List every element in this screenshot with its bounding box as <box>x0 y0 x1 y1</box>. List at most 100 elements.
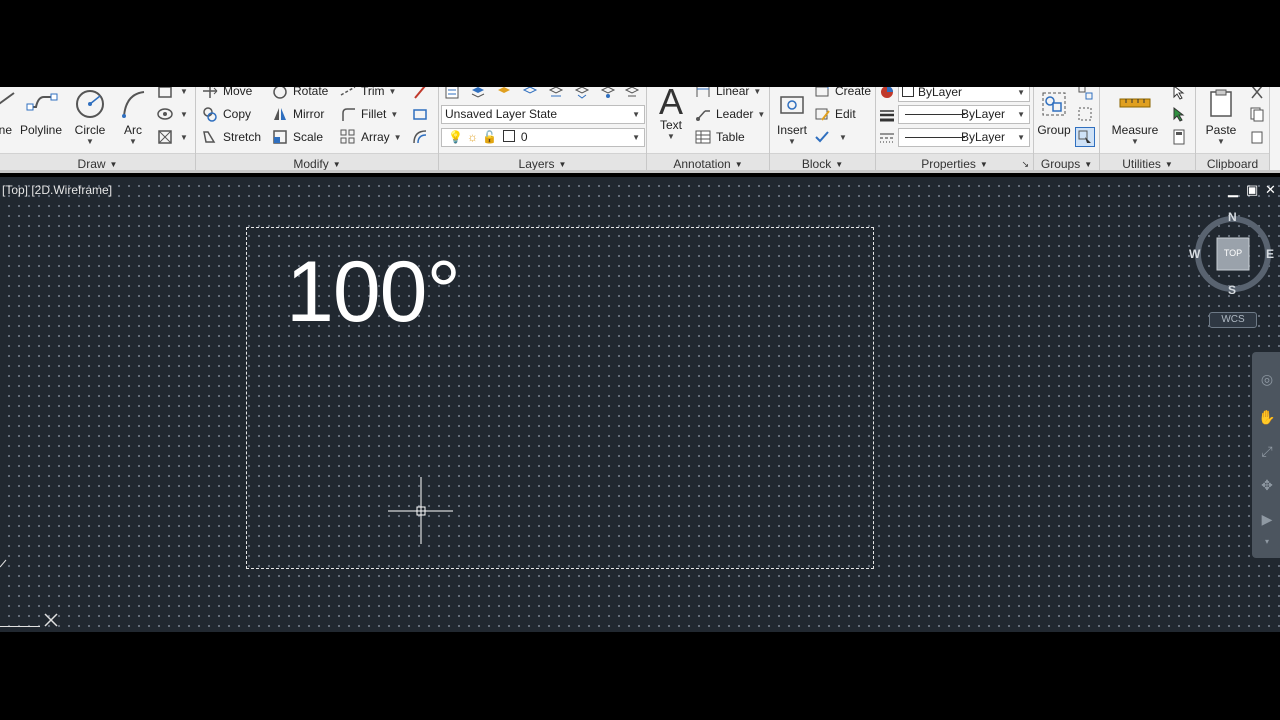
linetype-select[interactable]: ByLayer ▼ <box>898 128 1030 147</box>
trim-button[interactable]: Trim ▼ <box>340 87 396 101</box>
trim-label: Trim <box>361 87 385 98</box>
group-button[interactable]: Group <box>1036 87 1072 137</box>
erase-icon[interactable] <box>411 87 429 101</box>
leader-icon <box>695 106 711 122</box>
showmotion-icon[interactable]: ▶ <box>1257 508 1277 530</box>
lineweight-value: ByLayer <box>960 107 1005 121</box>
lineweight-select[interactable]: ByLayer ▼ <box>898 105 1030 124</box>
layer-state-select[interactable]: Unsaved Layer State ▼ <box>441 105 645 124</box>
copy-label: Copy <box>223 107 252 121</box>
edit-block-button[interactable]: Edit <box>814 104 856 124</box>
group-icon <box>1037 87 1071 121</box>
navbar-menu-icon[interactable]: ▾ <box>1257 530 1277 552</box>
insert-dropdown-icon[interactable]: ▼ <box>772 137 812 146</box>
close-command-line-icon[interactable] <box>43 612 59 628</box>
rectangle-icon[interactable] <box>156 87 174 101</box>
stretch-icon <box>202 129 218 145</box>
offset-icon[interactable] <box>411 128 429 146</box>
block-attribute-button[interactable]: ▼ <box>814 127 847 147</box>
wcs-menu[interactable]: WCS <box>1209 312 1257 328</box>
compass-south[interactable]: S <box>1228 283 1236 297</box>
scale-button[interactable]: Scale <box>272 127 323 147</box>
layer-match-icon[interactable] <box>495 87 513 101</box>
text-dropdown-icon[interactable]: ▼ <box>651 132 691 141</box>
linear-dropdown-icon[interactable]: ▼ <box>753 87 761 96</box>
viewport-controls-label[interactable]: [Top] [2D.Wireframe] <box>2 183 112 197</box>
copy-clip-icon[interactable] <box>1248 105 1266 123</box>
rectangle-dropdown-icon[interactable]: ▼ <box>180 87 188 96</box>
group-edit-icon[interactable] <box>1076 105 1094 123</box>
layer-states-icon[interactable] <box>469 87 487 101</box>
viewcube-top-face[interactable]: TOP <box>1217 248 1249 258</box>
match-clip-icon[interactable] <box>1248 128 1266 146</box>
hatch-icon[interactable] <box>156 105 174 123</box>
pan-icon[interactable]: ✋ <box>1257 406 1277 428</box>
linetype-icon[interactable] <box>878 129 896 147</box>
measure-dropdown-icon[interactable]: ▼ <box>1108 137 1162 146</box>
layer-freeze-icon[interactable] <box>573 87 591 101</box>
move-button[interactable]: Move <box>202 87 252 101</box>
copy-button[interactable]: Copy <box>202 104 251 124</box>
restore-icon[interactable]: ▣ <box>1246 182 1258 198</box>
text-glyph: A <box>658 87 683 122</box>
orbit-icon[interactable]: ✥ <box>1257 474 1277 496</box>
polyline-button[interactable]: Polyline <box>18 87 64 137</box>
ungroup-icon[interactable] <box>1076 87 1094 101</box>
trim-dropdown-icon[interactable]: ▼ <box>389 87 397 96</box>
drawing-viewport[interactable]: [Top] [2D.Wireframe] ▁ ▣ ✕ 100° TOP N S … <box>0 177 1280 632</box>
match-properties-icon[interactable] <box>878 87 896 101</box>
arc-dropdown-icon[interactable]: ▼ <box>115 137 151 146</box>
compass-west[interactable]: W <box>1189 247 1200 261</box>
lineweight-icon[interactable] <box>878 106 896 124</box>
layer-isolate-icon[interactable] <box>547 87 565 101</box>
group-selection-icon[interactable] <box>1075 127 1095 147</box>
text-icon: A <box>654 87 688 122</box>
stretch-button[interactable]: Stretch <box>202 127 261 147</box>
insert-button[interactable]: Insert ▼ <box>772 87 812 146</box>
close-icon[interactable]: ✕ <box>1265 182 1276 198</box>
select-all-icon[interactable] <box>1170 105 1188 123</box>
quick-select-icon[interactable] <box>1170 87 1188 101</box>
fillet-button[interactable]: Fillet ▼ <box>340 104 398 124</box>
paste-button[interactable]: Paste ▼ <box>1200 87 1242 146</box>
minimize-icon[interactable]: ▁ <box>1228 182 1238 198</box>
paste-dropdown-icon[interactable]: ▼ <box>1200 137 1242 146</box>
line-button[interactable]: ne <box>0 87 15 137</box>
layer-previous-icon[interactable] <box>521 87 539 101</box>
calculator-icon[interactable] <box>1170 128 1188 146</box>
arc-button[interactable]: Arc ▼ <box>115 87 151 146</box>
layer-select[interactable]: 💡 ☼ 🔓 0 ▼ <box>441 128 645 147</box>
explode-icon[interactable] <box>411 105 429 123</box>
measure-button[interactable]: Measure ▼ <box>1108 87 1162 146</box>
linear-button[interactable]: Linear ▼ <box>695 87 761 101</box>
properties-title-text: Properties <box>921 157 976 171</box>
attribute-dropdown-icon[interactable]: ▼ <box>839 133 847 142</box>
fillet-label: Fillet <box>361 107 387 121</box>
array-button[interactable]: Array ▼ <box>340 127 402 147</box>
circle-dropdown-icon[interactable]: ▼ <box>70 137 110 146</box>
mirror-button[interactable]: Mirror <box>272 104 324 124</box>
layer-properties-icon[interactable] <box>443 87 461 101</box>
leader-button[interactable]: Leader ▼ <box>695 104 765 124</box>
color-select[interactable]: ByLayer ▼ <box>898 87 1030 102</box>
region-icon[interactable] <box>156 128 174 146</box>
color-swatch-icon <box>502 130 515 142</box>
array-dropdown-icon[interactable]: ▼ <box>394 133 402 142</box>
compass-east[interactable]: E <box>1266 247 1274 261</box>
zoom-extents-icon[interactable]: ⤢ <box>1257 440 1277 462</box>
table-button[interactable]: Table <box>695 127 745 147</box>
drawing-text[interactable]: 100° <box>286 249 461 335</box>
circle-button[interactable]: Circle ▼ <box>70 87 110 146</box>
fillet-dropdown-icon[interactable]: ▼ <box>390 110 398 119</box>
create-block-button[interactable]: Create <box>814 87 871 101</box>
layer-lock-icon[interactable] <box>623 87 641 101</box>
steering-wheel-icon[interactable]: ◎ <box>1257 368 1277 390</box>
layer-off-icon[interactable] <box>599 87 617 101</box>
region-dropdown-icon[interactable]: ▼ <box>180 133 188 142</box>
text-button[interactable]: A Text ▼ <box>651 87 691 141</box>
cut-icon[interactable] <box>1248 87 1266 101</box>
rotate-button[interactable]: Rotate <box>272 87 328 101</box>
leader-dropdown-icon[interactable]: ▼ <box>757 110 765 119</box>
compass-north[interactable]: N <box>1228 210 1237 224</box>
hatch-dropdown-icon[interactable]: ▼ <box>180 110 188 119</box>
